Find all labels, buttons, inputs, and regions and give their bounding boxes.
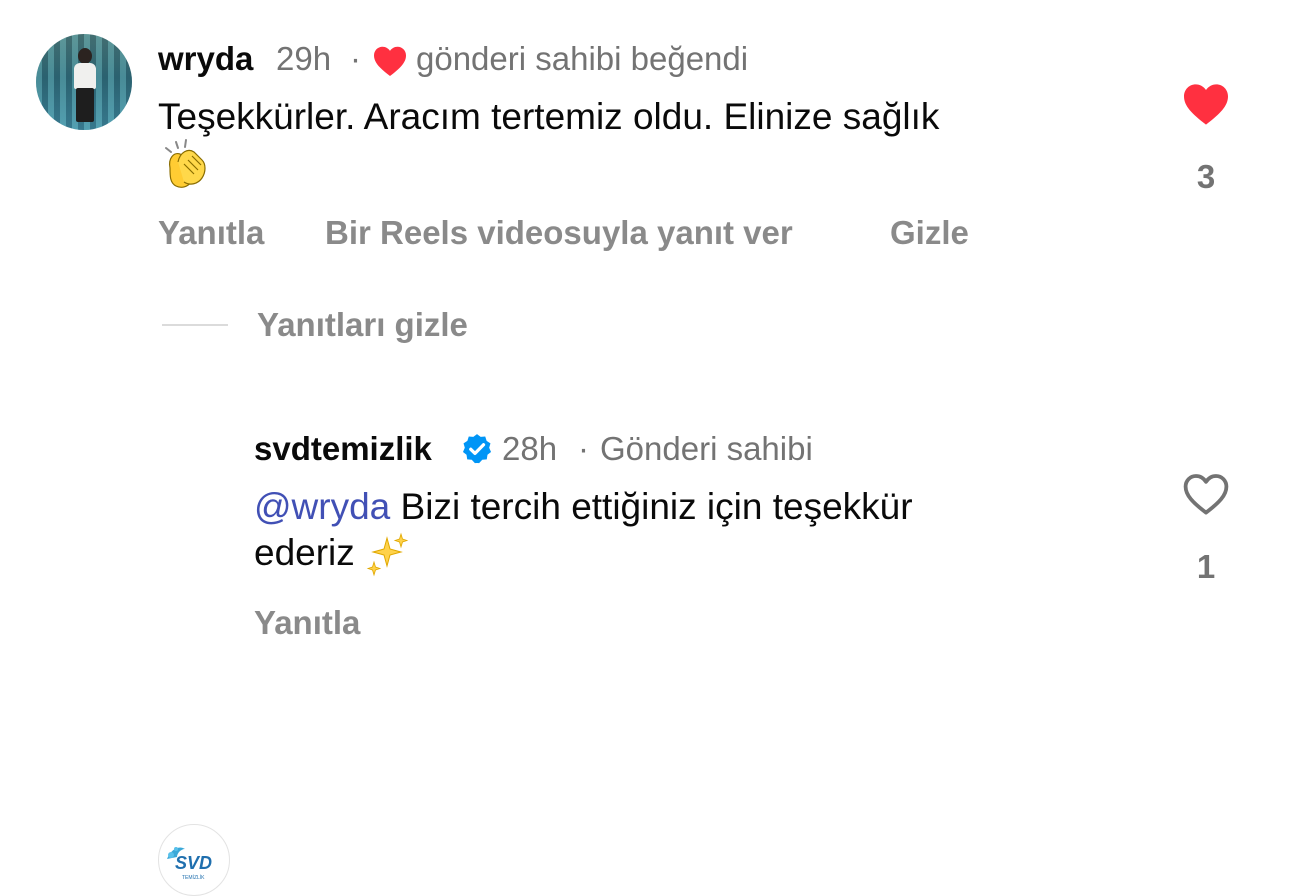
liked-by-author-label: gönderi sahibi beğendi bbox=[416, 40, 749, 77]
reels-reply-button[interactable]: Bir Reels videosuyla yanıt ver bbox=[325, 214, 793, 252]
avatar[interactable] bbox=[36, 34, 132, 130]
like-heart-outline-icon[interactable] bbox=[1182, 472, 1230, 516]
comment-text-line1: Bizi tercih ettiğiniz için teşekkür bbox=[390, 486, 913, 527]
comment-username[interactable]: wryda bbox=[158, 40, 253, 78]
hide-button[interactable]: Gizle bbox=[890, 214, 969, 252]
like-count: 1 bbox=[1196, 548, 1216, 585]
comment-text-container: Teşekkürler. Aracım tertemiz oldu. Elini… bbox=[158, 94, 1118, 140]
logo-subtext: TEMİZLİK bbox=[182, 874, 205, 881]
verified-badge-icon bbox=[462, 434, 492, 464]
comment-text-line2: ederiz bbox=[254, 532, 355, 573]
clapping-hands-emoji-icon bbox=[165, 139, 206, 188]
reply-button[interactable]: Yanıtla bbox=[254, 604, 360, 642]
comment-time: 28h bbox=[502, 430, 558, 467]
like-count: 3 bbox=[1196, 158, 1216, 195]
meta-separator: · bbox=[578, 430, 589, 467]
avatar[interactable]: SVD TEMİZLİK bbox=[158, 824, 230, 896]
svd-logo-icon: SVD TEMİZLİK bbox=[167, 847, 212, 881]
comment-time: 29h bbox=[276, 40, 332, 77]
author-label: Gönderi sahibi bbox=[600, 430, 813, 467]
author-liked-heart-icon bbox=[374, 46, 406, 76]
comment-text-container: @wryda Bizi tercih ettiğiniz için teşekk… bbox=[254, 484, 1154, 578]
hide-replies-button[interactable]: Yanıtları gizle bbox=[257, 306, 468, 344]
like-heart-icon[interactable] bbox=[1182, 82, 1230, 126]
reply-button[interactable]: Yanıtla bbox=[158, 214, 264, 252]
mention-link[interactable]: @wryda bbox=[254, 486, 390, 527]
sparkles-emoji-icon bbox=[366, 532, 409, 577]
comment: wryda 29h · gönderi sahibi beğendi Teşek… bbox=[0, 0, 1290, 280]
reply-comment: SVD TEMİZLİK svdtemizlik 28h · Gönderi s… bbox=[0, 400, 1290, 896]
replies-divider bbox=[162, 324, 228, 326]
logo-text: SVD bbox=[175, 853, 212, 873]
comment-username[interactable]: svdtemizlik bbox=[254, 430, 432, 468]
comment-text: Teşekkürler. Aracım tertemiz oldu. Elini… bbox=[158, 96, 940, 137]
meta-separator: · bbox=[350, 40, 361, 77]
